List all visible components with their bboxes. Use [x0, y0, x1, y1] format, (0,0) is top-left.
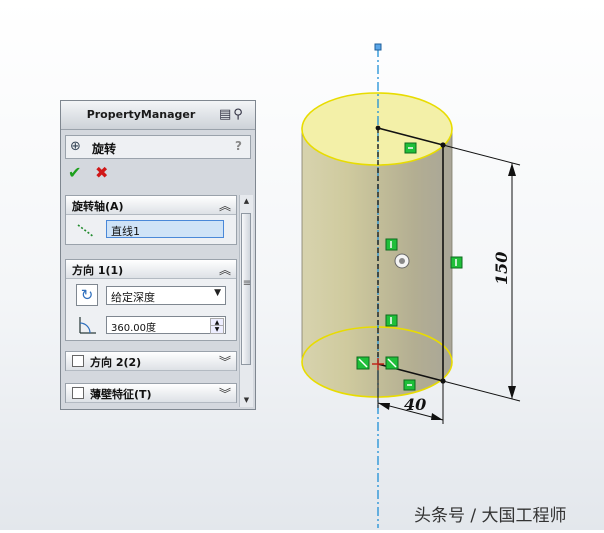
- group-title: 薄壁特征(T): [90, 388, 152, 401]
- end-condition-value: 给定深度: [111, 291, 155, 304]
- panel-title: PropertyManager: [86, 108, 196, 121]
- pin-icon[interactable]: ▤⚲: [219, 107, 245, 122]
- help-button[interactable]: ?: [235, 139, 242, 153]
- group-header[interactable]: 方向 1(1) ︽: [66, 260, 236, 279]
- end-condition-select[interactable]: 给定深度 ▼: [106, 286, 226, 305]
- axis-selection-field[interactable]: 直线1: [106, 220, 224, 238]
- angle-input[interactable]: 360.00度 ▲ ▼: [106, 316, 226, 334]
- axis-line-icon: [77, 224, 95, 238]
- angle-value: 360.00度: [111, 323, 156, 334]
- thin-feature-checkbox[interactable]: [72, 387, 84, 399]
- spin-down-icon[interactable]: ▼: [210, 325, 224, 334]
- group-title: 方向 1(1): [72, 264, 124, 277]
- group-direction-1: 方向 1(1) ︽ ↻ 给定深度 ▼ 360.00度 ▲ ▼: [65, 259, 237, 341]
- height-dimension-label[interactable]: 150: [492, 252, 511, 285]
- group-title: 方向 2(2): [90, 356, 142, 369]
- scroll-up-icon[interactable]: ▲: [240, 195, 253, 208]
- group-rotation-axis: 旋转轴(A) ︽ 直线1: [65, 195, 237, 245]
- group-header[interactable]: 方向 2(2) ︾: [66, 352, 236, 371]
- group-title: 旋转轴(A): [72, 200, 124, 213]
- group-direction-2: 方向 2(2) ︾: [65, 351, 237, 371]
- group-header[interactable]: 旋转轴(A) ︽: [66, 196, 236, 215]
- radius-dimension-label[interactable]: 40: [404, 395, 426, 414]
- property-manager-panel: PropertyManager ▤⚲ ⊕ 旋转 ? ✔ ✖ 旋转轴(A) ︽ 直…: [60, 100, 256, 410]
- revolve-icon: ⊕: [70, 139, 81, 154]
- scroll-down-icon[interactable]: ▼: [240, 394, 253, 407]
- scroll-thumb[interactable]: ≡: [241, 213, 251, 365]
- centerline-endpoint: [374, 43, 382, 51]
- chevron-down-icon: ▼: [214, 288, 221, 298]
- rotate-cursor-icon: [394, 253, 410, 269]
- panel-scrollbar[interactable]: ▲ ≡ ▼: [239, 195, 253, 407]
- reverse-direction-icon[interactable]: ↻: [76, 284, 98, 306]
- panel-title-bar: PropertyManager ▤⚲: [61, 101, 255, 130]
- group-header[interactable]: 薄壁特征(T) ︾: [66, 384, 236, 403]
- ok-button[interactable]: ✔: [68, 163, 81, 182]
- cylinder-body: [301, 128, 453, 398]
- collapse-icon[interactable]: ︽: [219, 197, 231, 214]
- feature-header: ⊕ 旋转 ?: [65, 135, 251, 159]
- cancel-button[interactable]: ✖: [95, 163, 108, 182]
- group-thin-feature: 薄壁特征(T) ︾: [65, 383, 237, 403]
- expand-icon[interactable]: ︾: [219, 385, 231, 402]
- watermark: 头条号 / 大国工程师: [414, 506, 567, 526]
- collapse-icon[interactable]: ︽: [219, 261, 231, 278]
- angle-icon: [79, 317, 96, 334]
- feature-name: 旋转: [92, 142, 117, 156]
- expand-icon[interactable]: ︾: [219, 353, 231, 370]
- direction-2-checkbox[interactable]: [72, 355, 84, 367]
